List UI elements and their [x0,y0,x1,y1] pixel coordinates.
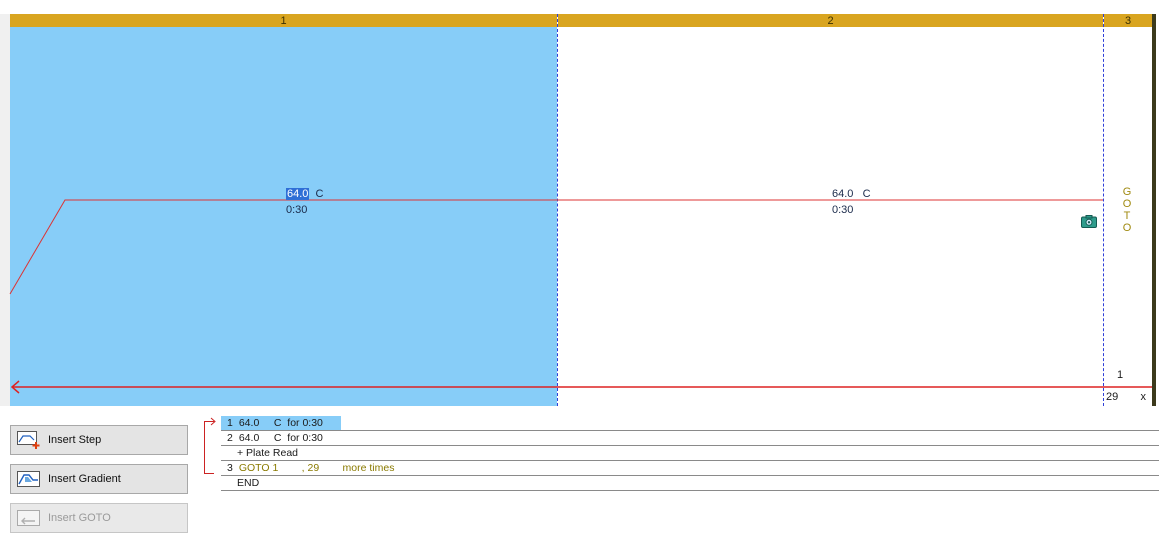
insert-step-label: Insert Step [48,434,102,446]
goto-letter: T [1123,210,1131,222]
row-text: 64.0 C for 0:30 [238,417,323,429]
insert-step-icon [17,431,40,449]
step-list-row-1[interactable]: 1 64.0 C for 0:30 [221,416,1159,431]
row-text: END [237,477,260,489]
step-list-row-end[interactable]: END [221,476,1159,491]
row-text: + Plate Read [237,447,299,459]
goto-step-label[interactable]: G O T O [1122,186,1132,234]
protocol-graph[interactable]: 1 2 3 64.0 C 0:30 64.0 C 0:30 G O T O 1 … [0,0,1159,406]
insert-step-button[interactable]: Insert Step [10,425,188,455]
row-number: 3 [227,462,233,474]
plate-read-camera-icon[interactable] [1081,215,1097,228]
step-list-row-plate-read[interactable]: + Plate Read [221,446,1159,461]
protocol-editor-panel: Insert Step Insert Gradient Insert GOTO … [0,407,1159,533]
insert-goto-icon [17,510,40,526]
step-list-row-goto[interactable]: 3 GOTO 1 , 29 more times [221,461,1159,476]
insert-gradient-icon [17,471,40,487]
step-1-temperature-unit: C [315,188,324,200]
step-1-time[interactable]: 0:30 [286,204,307,216]
row-text: GOTO 1 , 29 more times [238,462,395,474]
step-2-temperature[interactable]: 64.0 C [832,188,871,200]
goto-arrow-icon [210,417,216,426]
row-number: 2 [227,432,233,444]
step-2-temperature-value[interactable]: 64.0 [832,188,853,200]
goto-letter: O [1122,198,1132,210]
goto-target-step[interactable]: 1 [1117,369,1123,381]
insert-gradient-label: Insert Gradient [48,473,121,485]
goto-loop-bracket [204,421,214,474]
temperature-line [9,199,1103,295]
insert-gradient-button[interactable]: Insert Gradient [10,464,188,494]
step-list-row-2[interactable]: 2 64.0 C for 0:30 [221,431,1159,446]
insert-goto-label: Insert GOTO [48,512,111,524]
temperature-profile [9,199,1152,394]
step-1-temperature-value[interactable]: 64.0 [286,188,310,200]
row-text: 64.0 C for 0:30 [238,432,323,444]
goto-cycle-count-value[interactable]: 29 [1104,391,1118,403]
step-1-temperature[interactable]: 64.0 C [286,188,324,200]
step-2-temperature-unit: C [862,188,871,200]
goto-cycle-count-field[interactable]: 29 x [1104,389,1152,405]
goto-letter: G [1122,186,1132,198]
step-2-time[interactable]: 0:30 [832,204,853,216]
step-list[interactable]: 1 64.0 C for 0:30 2 64.0 C for 0:30 + Plat… [193,416,1159,516]
goto-letter: O [1122,222,1132,234]
row-number: 1 [227,417,233,429]
insert-goto-button[interactable]: Insert GOTO [10,503,188,533]
goto-cycle-suffix: x [1140,391,1147,403]
